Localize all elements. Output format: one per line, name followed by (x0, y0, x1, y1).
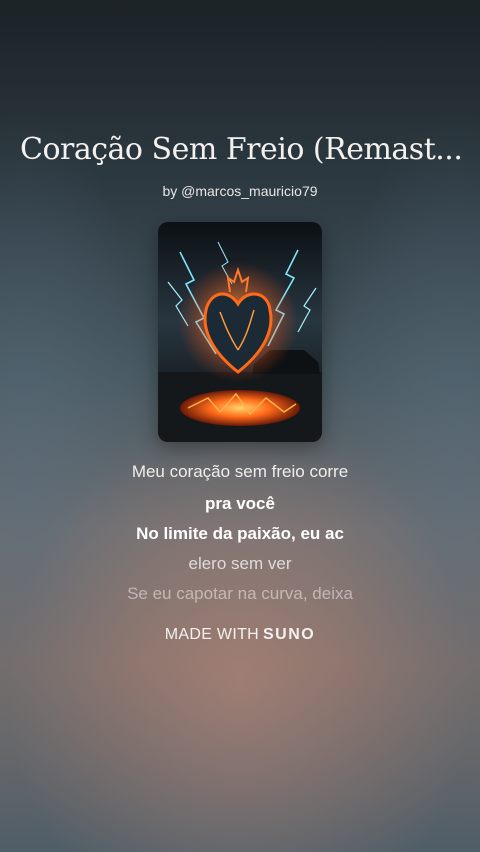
song-title: Coração Sem Freio (Remast... (20, 132, 463, 167)
made-with-label: MADE WITH (164, 626, 259, 643)
suno-logo: SUNO (263, 626, 316, 643)
lyric-line-active: pra você (205, 494, 275, 513)
lyric-line: elero sem ver (188, 554, 292, 573)
made-with-badge: MADE WITH SUNO (0, 626, 480, 644)
artist-byline: by @marcos_mauricio79 (162, 183, 318, 199)
lyric-line: Meu coração sem freio corre (131, 462, 349, 481)
cover-art (158, 222, 322, 442)
lyric-line-faded: Se eu capotar na curva, deixa (127, 584, 353, 603)
song-share-card: Coração Sem Freio (Remast... by @marcos_… (0, 0, 480, 852)
lyric-line-active: No limite da paixão, eu ac (136, 524, 344, 543)
flaming-heart-icon (158, 222, 322, 442)
